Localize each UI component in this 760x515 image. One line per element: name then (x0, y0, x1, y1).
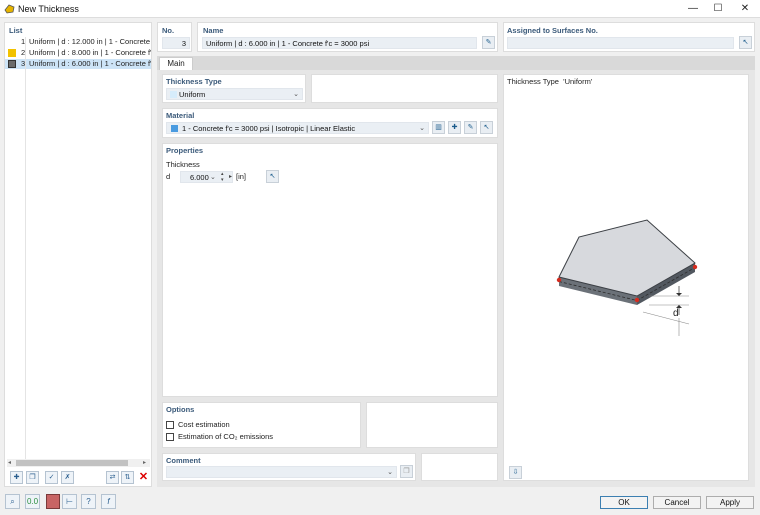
number-header: No. (162, 26, 175, 35)
app-icon (4, 4, 15, 14)
thickness-dimension-label: d (673, 308, 679, 319)
list-item-swatch (8, 49, 16, 57)
number-field[interactable]: 3 (162, 37, 190, 49)
assigned-header: Assigned to Surfaces No. (507, 26, 598, 35)
tab-main[interactable]: Main (159, 57, 193, 71)
renumber-icon[interactable]: ⇄ (106, 471, 119, 484)
comment-header: Comment (166, 456, 201, 465)
comment-panel: Comment ⌄ ❐ (162, 453, 416, 481)
chevron-down-icon: ⌄ (210, 174, 216, 181)
new-material-icon[interactable]: ✚ (448, 121, 461, 134)
pick-thickness-icon[interactable]: ↖ (266, 170, 279, 183)
horizontal-scrollbar[interactable]: ◂ ▸ (7, 459, 150, 467)
list-item-label: Uniform | d : 6.000 in | 1 - Concrete f'… (29, 59, 151, 68)
step-arrow-icon[interactable]: ▸ (229, 172, 232, 183)
list-header: List (9, 26, 23, 35)
cost-estimation-checkbox[interactable] (166, 421, 174, 429)
edit-name-icon[interactable]: ✎ (482, 36, 495, 49)
cancel-button[interactable]: Cancel (653, 496, 701, 509)
list-divider (25, 37, 26, 462)
preview-panel: Thickness Type 'Uniform' d ⇩ (503, 74, 749, 481)
material-value: 1 - Concrete f'c = 3000 psi | Isotropic … (182, 124, 356, 133)
list-body: 1 Uniform | d : 12.000 in | 1 - Concrete… (5, 37, 151, 462)
cost-estimation-label: Cost estimation (178, 420, 230, 429)
preview-title: Thickness Type 'Uniform' (507, 77, 593, 86)
material-color-swatch (171, 125, 178, 132)
number-panel: No. 3 (157, 22, 192, 52)
comment-copy-icon[interactable]: ❐ (400, 465, 413, 478)
list-item-label: Uniform | d : 8.000 in | 1 - Concrete f'… (29, 48, 151, 57)
delete-icon[interactable]: ✕ (137, 471, 150, 484)
tree-icon[interactable]: ⊢ (62, 494, 77, 509)
uncheck-all-icon[interactable]: ✗ (61, 471, 74, 484)
properties-header: Properties (166, 146, 204, 155)
list-panel: List 1 Uniform | d : 12.000 in | 1 - Con… (4, 22, 152, 487)
sort-icon[interactable]: ⇅ (121, 471, 134, 484)
list-item-label: Uniform | d : 12.000 in | 1 - Concrete f… (29, 37, 151, 46)
color-swatch-button[interactable] (46, 494, 60, 509)
list-item-swatch (8, 60, 16, 68)
material-panel: Material 1 - Concrete f'c = 3000 psi | I… (162, 108, 498, 138)
units-icon[interactable]: 0.0 (25, 494, 40, 509)
scrollbar-thumb[interactable] (16, 460, 128, 466)
thickness-preview-graphic: d (556, 219, 698, 336)
select-surfaces-icon[interactable]: ↖ (739, 36, 752, 49)
maximize-button[interactable]: ☐ (707, 2, 729, 16)
tab-strip: Main (157, 56, 755, 71)
comment-input[interactable]: ⌄ (166, 466, 397, 478)
co2-estimation-checkbox[interactable] (166, 433, 174, 441)
comment-empty-panel (421, 453, 498, 481)
spinner-icon[interactable]: ▴ ▾ (221, 171, 224, 183)
name-panel: Name Uniform | d : 6.000 in | 1 - Concre… (197, 22, 498, 52)
list-item-selected[interactable]: 3 Uniform | d : 6.000 in | 1 - Concrete … (5, 59, 151, 69)
search-icon[interactable]: ⌕ (5, 494, 20, 509)
list-item-swatch (8, 38, 16, 46)
options-empty-panel (366, 402, 498, 448)
material-select[interactable]: 1 - Concrete f'c = 3000 psi | Isotropic … (166, 122, 429, 134)
thickness-type-panel: Thickness Type Uniform ⌄ (162, 74, 306, 103)
list-item[interactable]: 2 Uniform | d : 8.000 in | 1 - Concrete … (5, 48, 151, 58)
preview-settings-icon[interactable]: ⇩ (509, 466, 522, 479)
edit-material-icon[interactable]: ✎ (464, 121, 477, 134)
uniform-type-icon (170, 91, 177, 98)
help-icon[interactable]: ? (81, 494, 96, 509)
function-icon[interactable]: f (101, 494, 116, 509)
material-header: Material (166, 111, 195, 120)
thickness-unit: [in] (236, 172, 247, 181)
thickness-value: 6.000 (190, 173, 209, 182)
title-bar: New Thickness — ☐ ✕ (0, 0, 760, 18)
thickness-type-empty-panel (311, 74, 498, 103)
thickness-param-label: d (166, 172, 171, 181)
thickness-label: Thickness (166, 160, 200, 169)
window-title: New Thickness (18, 4, 79, 14)
new-item-icon[interactable]: ✚ (10, 471, 23, 484)
apply-button[interactable]: Apply (706, 496, 754, 509)
chevron-down-icon: ⌄ (387, 469, 393, 476)
options-panel: Options Cost estimation Estimation of CO… (162, 402, 361, 448)
check-all-icon[interactable]: ✓ (45, 471, 58, 484)
assigned-panel: Assigned to Surfaces No. ↖ (503, 22, 755, 52)
thickness-value-input[interactable]: 6.000 ⌄ ▴ ▾ ▸ (180, 171, 233, 183)
assigned-surfaces-field[interactable] (507, 37, 734, 49)
thickness-type-value: Uniform (179, 90, 206, 99)
properties-panel: Properties Thickness d 6.000 ⌄ ▴ ▾ ▸ [in]… (162, 143, 498, 397)
close-button[interactable]: ✕ (734, 2, 756, 16)
material-library-icon[interactable]: ▥ (432, 121, 445, 134)
name-field[interactable]: Uniform | d : 6.000 in | 1 - Concrete f'… (202, 37, 477, 49)
co2-estimation-label: Estimation of CO₂ emissions (178, 432, 274, 441)
pick-material-icon[interactable]: ↖ (480, 121, 493, 134)
chevron-down-icon: ⌄ (419, 125, 425, 132)
minimize-button[interactable]: — (682, 2, 704, 16)
name-header: Name (203, 26, 224, 35)
thickness-type-select[interactable]: Uniform ⌄ (166, 88, 303, 100)
options-header: Options (166, 405, 195, 414)
chevron-down-icon: ⌄ (293, 91, 299, 98)
ok-button[interactable]: OK (600, 496, 648, 509)
list-item[interactable]: 1 Uniform | d : 12.000 in | 1 - Concrete… (5, 37, 151, 47)
thickness-type-header: Thickness Type (166, 77, 222, 86)
copy-item-icon[interactable]: ❐ (26, 471, 39, 484)
